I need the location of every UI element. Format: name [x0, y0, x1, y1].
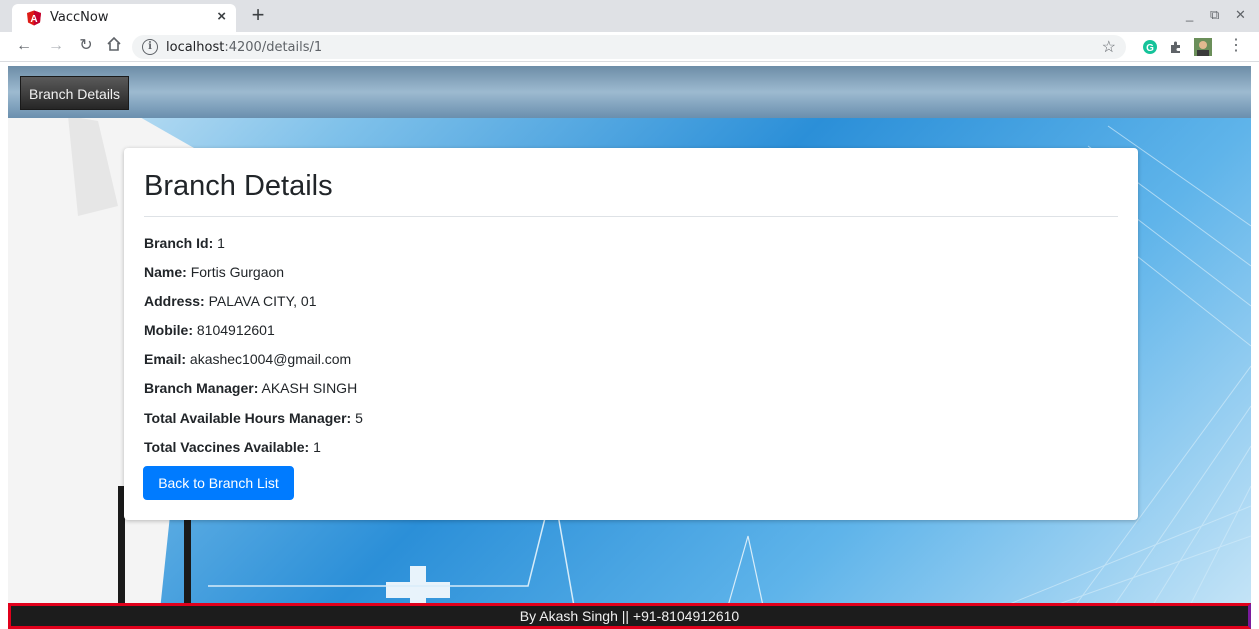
detail-value: PALAVA CITY, 01: [208, 293, 317, 309]
detail-branch-manager: Branch Manager: AKASH SINGH: [144, 380, 357, 396]
title-divider: [144, 216, 1118, 217]
page-title: Branch Details: [144, 170, 333, 202]
detail-value: Fortis Gurgaon: [190, 264, 285, 280]
detail-label: Email:: [144, 351, 187, 367]
detail-value: 5: [355, 410, 363, 426]
branch-details-card: Branch Details Branch Id: 1 Name: Fortis…: [124, 148, 1138, 520]
detail-label: Branch Id:: [144, 235, 214, 251]
address-bar[interactable]: i localhost:4200/details/1 ☆: [132, 35, 1126, 59]
tab-title: VaccNow: [50, 10, 109, 25]
detail-address: Address: PALAVA CITY, 01: [144, 293, 317, 309]
extensions-icon[interactable]: [1168, 39, 1184, 55]
star-icon[interactable]: ☆: [1102, 37, 1116, 57]
url-path: :4200/details/1: [224, 40, 323, 55]
detail-label: Address:: [144, 293, 205, 309]
minimize-button[interactable]: _: [1186, 7, 1193, 22]
url-text: localhost:4200/details/1: [166, 40, 322, 55]
detail-label: Name:: [144, 264, 187, 280]
grammarly-icon[interactable]: G: [1142, 39, 1158, 55]
close-window-button[interactable]: ✕: [1235, 7, 1246, 23]
detail-label: Total Available Hours Manager:: [144, 410, 352, 426]
detail-value: AKASH SINGH: [261, 380, 358, 396]
home-icon[interactable]: [104, 36, 124, 56]
detail-available-hours: Total Available Hours Manager: 5: [144, 410, 363, 426]
detail-value: akashec1004@gmail.com: [189, 351, 352, 367]
detail-value: 1: [313, 439, 321, 455]
detail-name: Name: Fortis Gurgaon: [144, 264, 284, 280]
detail-vaccines-available: Total Vaccines Available: 1: [144, 439, 321, 455]
reload-icon[interactable]: ↻: [76, 36, 96, 56]
new-tab-button[interactable]: +: [246, 3, 270, 27]
forward-arrow-icon[interactable]: →: [46, 36, 66, 56]
menu-dots-icon[interactable]: ⋮: [1226, 36, 1246, 56]
detail-label: Total Vaccines Available:: [144, 439, 310, 455]
page-footer: By Akash Singh || +91-8104912610: [8, 603, 1251, 629]
tab-close-icon[interactable]: ×: [217, 8, 226, 25]
url-host: localhost: [166, 40, 225, 55]
detail-value: 8104912601: [196, 322, 275, 338]
browser-tab[interactable]: A VaccNow ×: [12, 4, 236, 32]
detail-mobile: Mobile: 8104912601: [144, 322, 275, 338]
nav-branch-details-link[interactable]: Branch Details: [20, 76, 130, 110]
back-to-branch-list-button[interactable]: Back to Branch List: [143, 466, 294, 500]
detail-label: Branch Manager:: [144, 380, 259, 396]
detail-branch-id: Branch Id: 1: [144, 235, 225, 251]
back-arrow-icon[interactable]: ←: [14, 36, 34, 56]
top-navbar: Branch Details: [8, 66, 1251, 118]
svg-text:A: A: [30, 14, 37, 25]
detail-email: Email: akashec1004@gmail.com: [144, 351, 351, 367]
restore-button[interactable]: ⧉: [1210, 7, 1219, 23]
browser-toolbar: ← → ↻ i localhost:4200/details/1 ☆ G ⋮: [0, 32, 1259, 62]
svg-text:G: G: [1146, 43, 1154, 54]
angular-favicon-icon: A: [27, 10, 41, 26]
detail-value: 1: [217, 235, 225, 251]
info-icon[interactable]: i: [142, 39, 158, 55]
profile-avatar-icon[interactable]: [1194, 38, 1212, 56]
browser-tabstrip: A VaccNow × + _ ⧉ ✕: [0, 0, 1259, 32]
app-viewport: Branch Details Branch Details Branch Id:…: [8, 66, 1251, 629]
detail-label: Mobile:: [144, 322, 193, 338]
